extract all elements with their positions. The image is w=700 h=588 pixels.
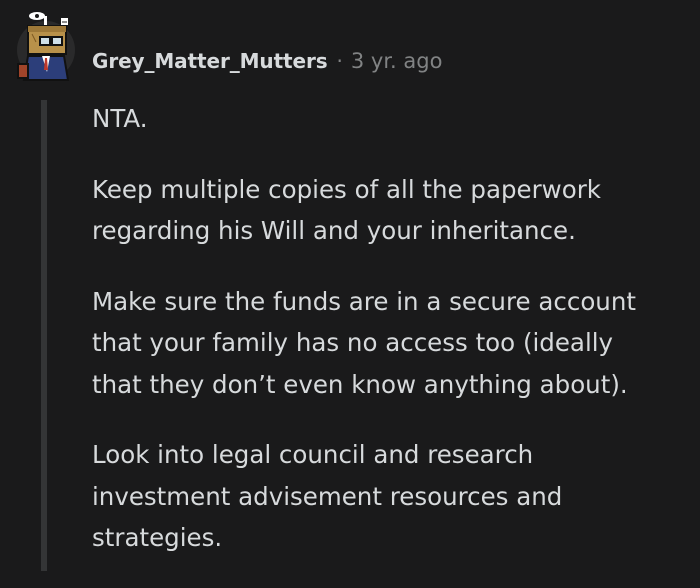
comment-paragraph: NTA. — [92, 104, 148, 133]
comment-paragraph: Look into legal council and research inv… — [92, 440, 563, 552]
comment-paragraph: Make sure the funds are in a secure acco… — [92, 286, 636, 399]
meta-separator: · — [336, 49, 343, 73]
thread-line[interactable] — [41, 100, 47, 571]
username-link[interactable]: Grey_Matter_Mutters — [92, 49, 328, 73]
timestamp[interactable]: 3 yr. ago — [351, 49, 443, 73]
avatar-icon[interactable] — [14, 10, 78, 88]
comment-paragraph: Keep multiple copies of all the paperwor… — [92, 174, 601, 246]
comment-meta: Grey_Matter_Mutters · 3 yr. ago — [92, 46, 442, 76]
comment-body: NTA. Keep multiple copies of all the pap… — [92, 98, 692, 588]
